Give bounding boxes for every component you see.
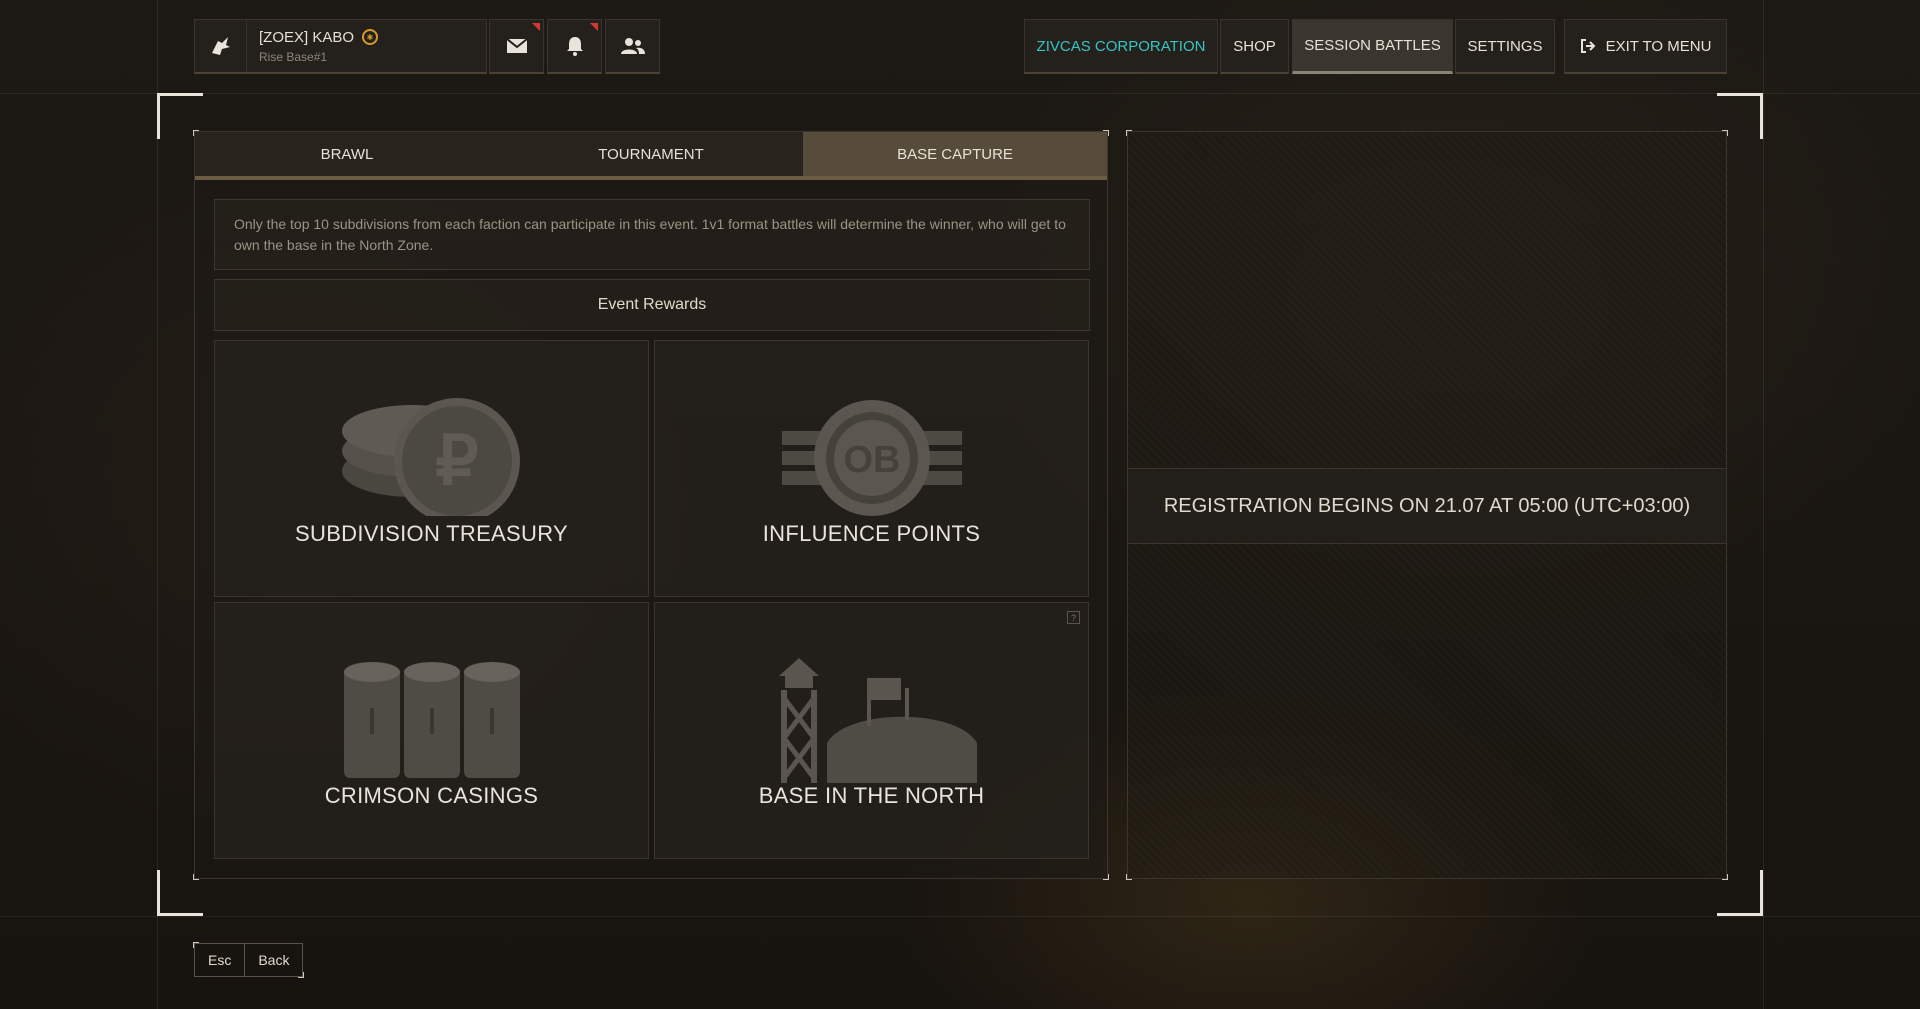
treasury-coins-icon: ₽	[341, 398, 520, 516]
reward-label: INFLUENCE POINTS	[762, 521, 981, 546]
back-hint[interactable]: Esc Back	[193, 942, 305, 978]
faction-logo-icon	[195, 20, 247, 72]
player-base: Rise Base#1	[259, 49, 328, 64]
tab-tournament[interactable]: TOURNAMENT	[499, 132, 803, 176]
event-panel: BRAWL TOURNAMENT BASE CAPTURE Only the t…	[193, 130, 1109, 880]
reward-card-treasury[interactable]: ₽ SUBDIVISION TREASURY	[214, 340, 649, 597]
event-description: Only the top 10 subdivisions from each f…	[214, 199, 1090, 270]
base-icon	[778, 658, 977, 783]
panel-corner	[1126, 130, 1132, 136]
esc-key[interactable]: Esc	[195, 944, 244, 976]
panel-corner	[193, 130, 199, 136]
player-profile[interactable]: [ZOEX] KABO ✱ Rise Base#1	[194, 19, 487, 74]
bell-icon	[566, 37, 583, 56]
back-button[interactable]: Back	[244, 944, 302, 976]
notifications-button[interactable]	[547, 19, 602, 74]
notification-indicator	[590, 23, 598, 31]
event-rewards-title: Event Rewards	[214, 279, 1090, 331]
panel-corner	[1722, 130, 1728, 136]
player-name: [ZOEX] KABO	[259, 28, 355, 46]
mail-button[interactable]	[489, 19, 544, 74]
friends-icon	[620, 38, 645, 54]
event-tabs: BRAWL TOURNAMENT BASE CAPTURE	[195, 132, 1107, 180]
info-icon[interactable]: ?	[1067, 611, 1080, 624]
notification-indicator	[532, 23, 540, 31]
frame-line	[0, 93, 1920, 94]
reward-label: SUBDIVISION TREASURY	[295, 521, 568, 546]
reward-label: BASE IN THE NORTH	[758, 783, 985, 808]
tab-brawl[interactable]: BRAWL	[195, 132, 499, 176]
exit-label: EXIT TO MENU	[1605, 37, 1712, 55]
panel-corner	[193, 942, 199, 948]
friends-button[interactable]	[605, 19, 660, 74]
nav-shop[interactable]: SHOP	[1220, 19, 1289, 74]
panel-corner	[1722, 874, 1728, 880]
reward-card-base[interactable]: ? BASE IN THE NORTH	[654, 602, 1089, 859]
reward-label: CRIMSON CASINGS	[324, 783, 539, 808]
svg-text:₽: ₽	[435, 423, 478, 499]
frame-line	[157, 0, 158, 1009]
panel-corner	[298, 972, 305, 978]
svg-text:OB: OB	[843, 439, 900, 481]
rank-badge-icon: ✱	[362, 29, 379, 45]
panel-corner	[193, 874, 199, 880]
nav-settings[interactable]: SETTINGS	[1455, 19, 1555, 74]
registration-status: REGISTRATION BEGINS ON 21.07 AT 05:00 (U…	[1128, 468, 1726, 544]
panel-corner	[1103, 874, 1109, 880]
tab-base-capture[interactable]: BASE CAPTURE	[803, 132, 1107, 176]
panel-corner	[1103, 130, 1109, 136]
reward-card-casings[interactable]: CRIMSON CASINGS	[214, 602, 649, 859]
registration-panel: REGISTRATION BEGINS ON 21.07 AT 05:00 (U…	[1126, 130, 1728, 880]
exit-to-menu-button[interactable]: EXIT TO MENU	[1564, 19, 1727, 74]
frame-line	[1763, 0, 1764, 1009]
panel-corner	[1126, 874, 1132, 880]
mail-icon	[505, 38, 528, 53]
exit-icon	[1580, 39, 1595, 53]
nav-session-battles[interactable]: SESSION BATTLES	[1292, 19, 1453, 74]
frame-line	[0, 916, 1920, 917]
reward-card-influence[interactable]: OB INFLUENCE POINTS	[654, 340, 1089, 597]
influence-points-icon: OB	[781, 400, 962, 516]
nav-corporation[interactable]: ZIVCAS CORPORATION	[1024, 19, 1218, 74]
casings-icon	[343, 662, 520, 778]
